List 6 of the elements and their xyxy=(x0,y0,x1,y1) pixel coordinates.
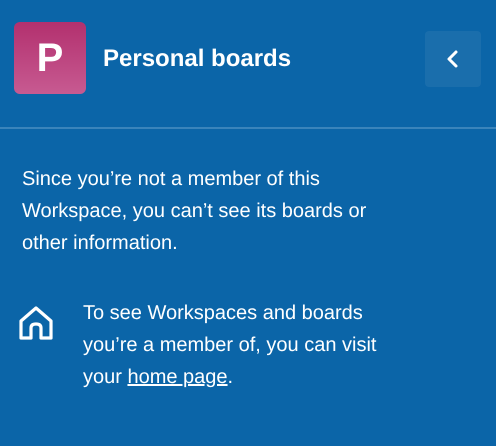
workspace-avatar: P xyxy=(14,22,86,94)
home-page-link[interactable]: home page xyxy=(127,366,228,388)
collapse-button[interactable] xyxy=(425,31,481,87)
info-message: Since you’re not a member of this Workspace, you can’t see its boards or other information. xyxy=(22,167,368,256)
home-page-hint: To see Workspaces and boards you’re a member of, you can visit your home page. xyxy=(83,301,378,390)
workspace-title: Personal boards xyxy=(103,45,292,73)
